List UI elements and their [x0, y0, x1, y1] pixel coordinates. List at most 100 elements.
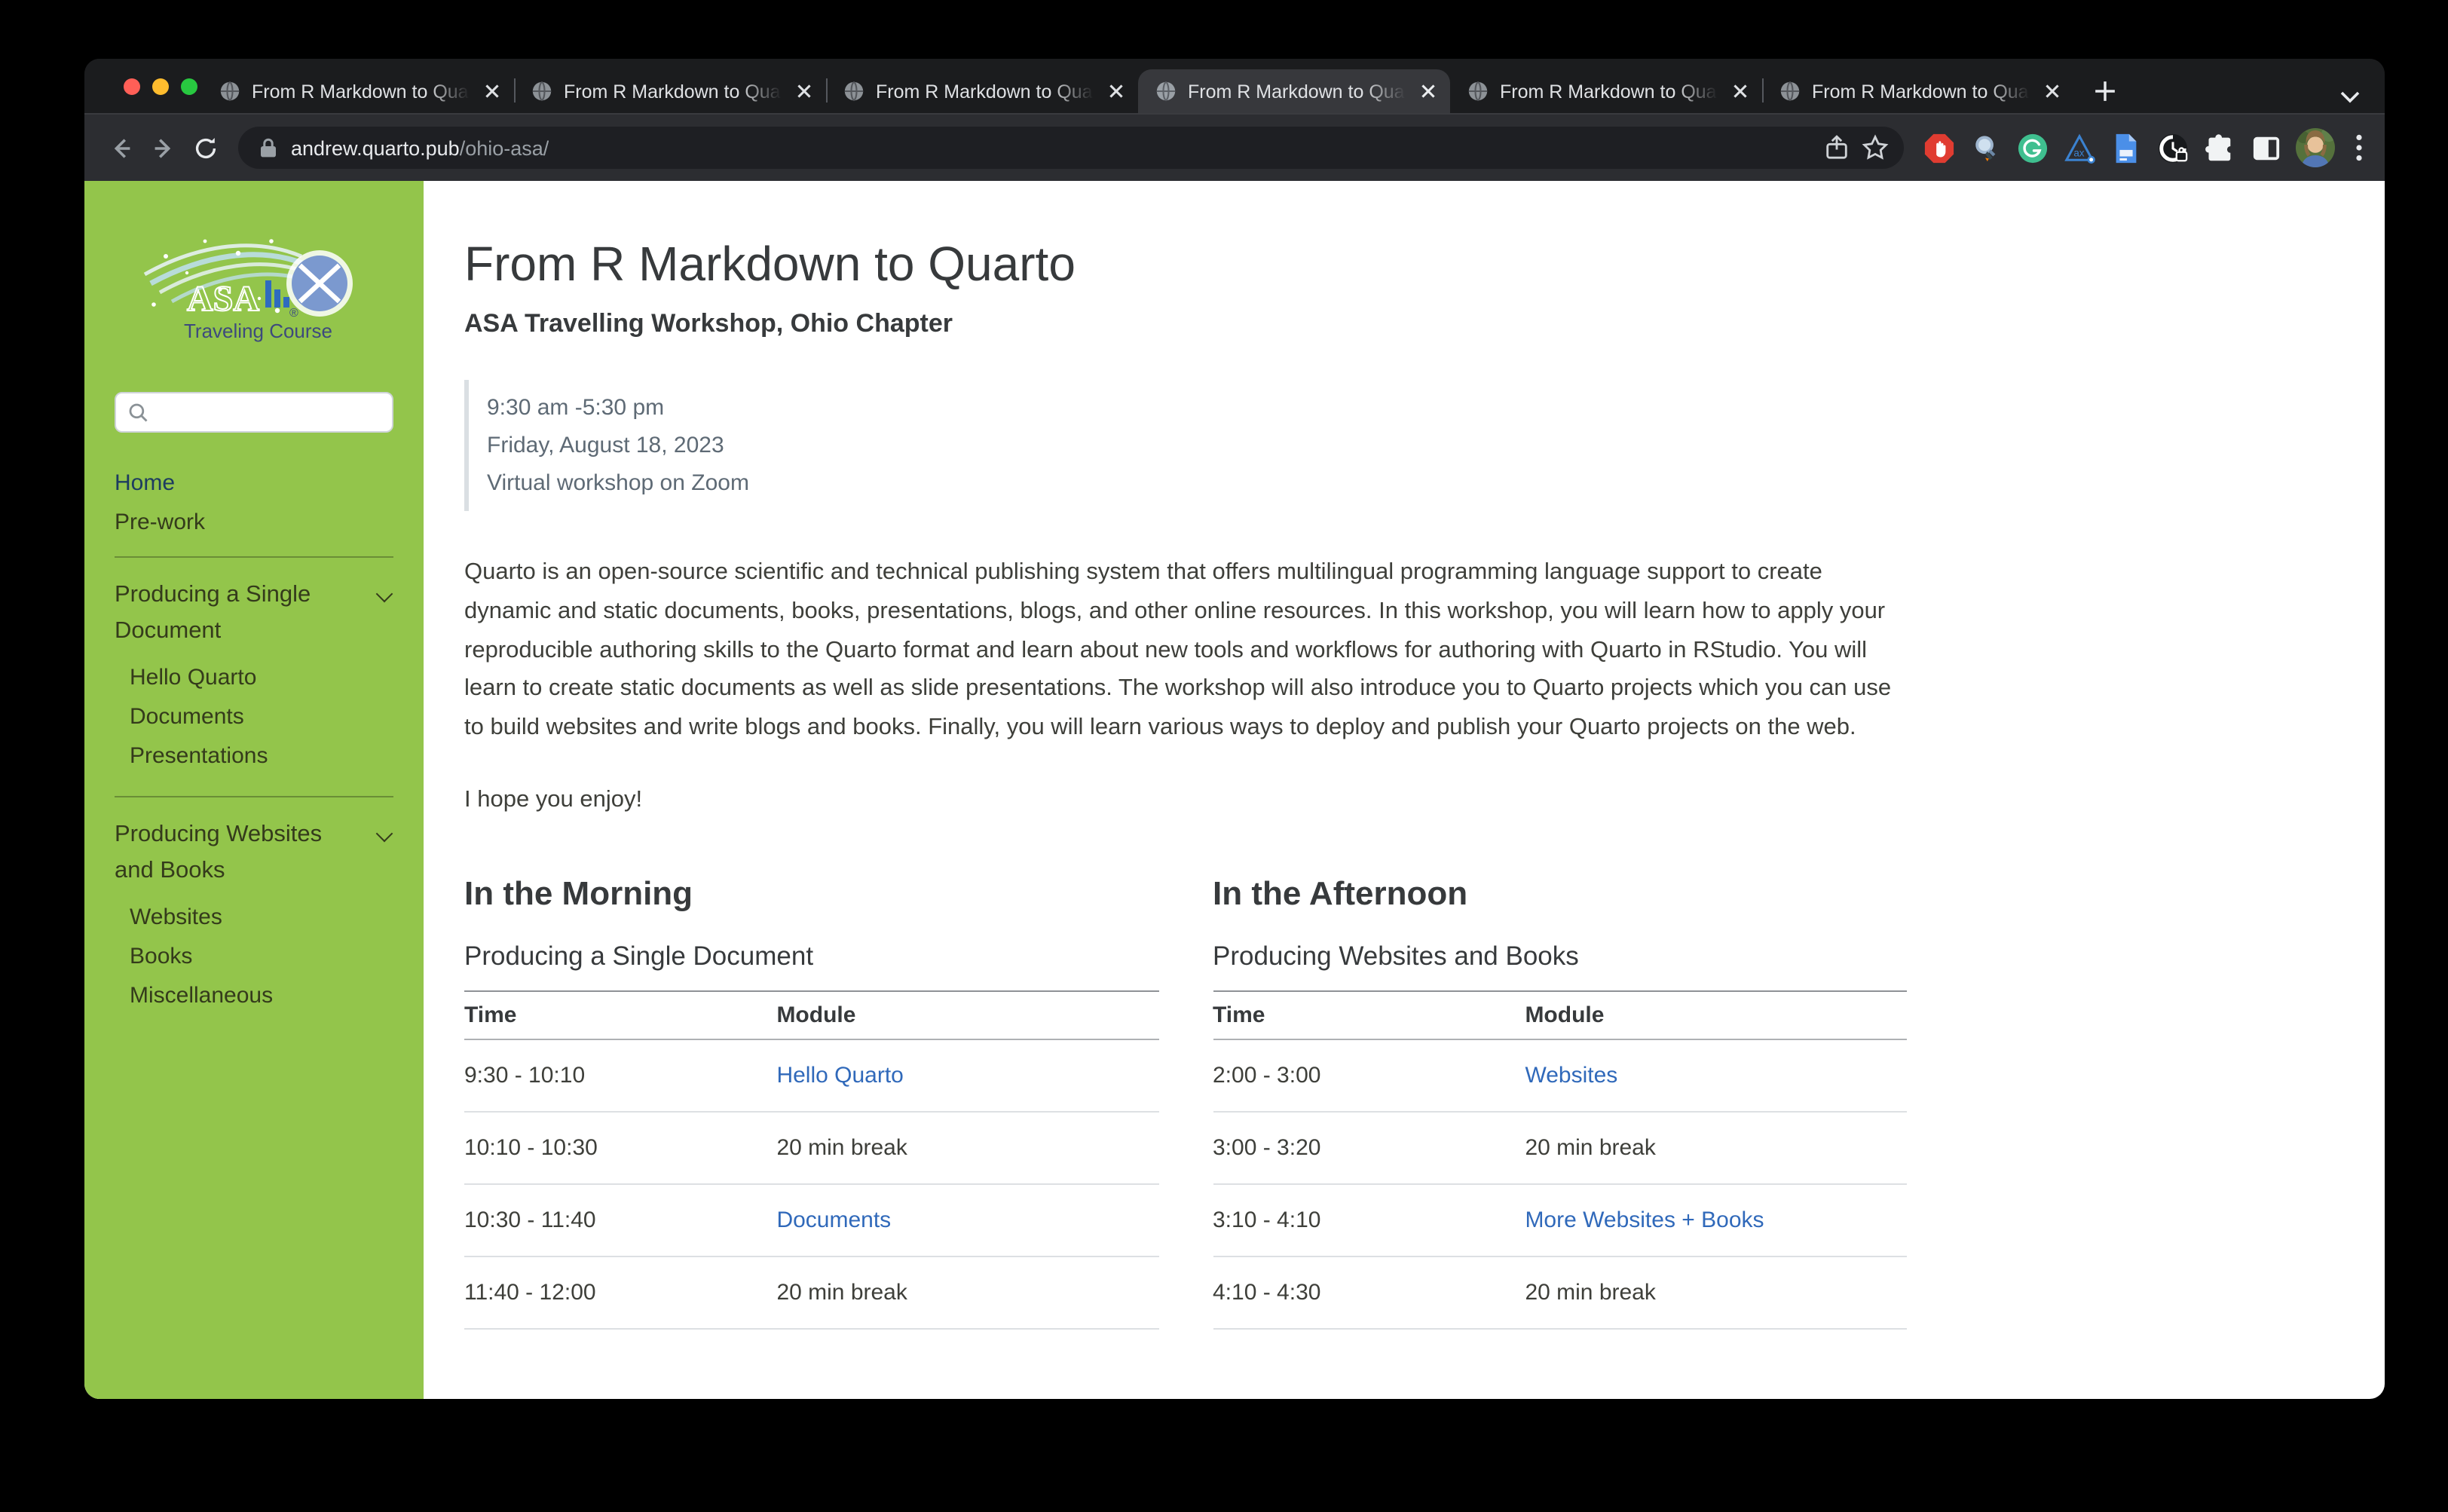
tab-title: From R Markdown to Quar — [252, 81, 476, 102]
tab-2[interactable]: From R Markdown to Quar — [514, 69, 826, 113]
tab-title: From R Markdown to Quar — [564, 81, 788, 102]
tab-title: From R Markdown to Quar — [1500, 81, 1724, 102]
browser-window: From R Markdown to Quar From R Markdown … — [84, 59, 2385, 1399]
table-row: 10:30 - 11:40 Documents — [464, 1184, 1158, 1256]
logo-registered-mark: ® — [289, 307, 298, 320]
morning-heading: In the Morning — [464, 873, 1158, 915]
tabs: From R Markdown to Quar From R Markdown … — [202, 59, 2125, 113]
sidebar-section-label: Producing Websites and Books — [115, 822, 322, 883]
grammarly-extension-icon[interactable] — [2015, 131, 2049, 164]
logo-caption: Traveling Course — [183, 320, 332, 342]
event-location: Virtual workshop on Zoom — [487, 464, 1907, 502]
chevron-down-icon[interactable] — [376, 586, 393, 603]
tab-close-icon[interactable] — [1418, 81, 1438, 101]
afternoon-column: In the Afternoon Producing Websites and … — [1213, 873, 1907, 1330]
sidebar-item-hello-quarto[interactable]: Hello Quarto — [130, 659, 393, 698]
event-time: 9:30 am -5:30 pm — [487, 389, 1907, 427]
time-cell: 11:40 - 12:00 — [464, 1256, 776, 1329]
svg-text:ax: ax — [2073, 147, 2083, 158]
chevron-down-icon[interactable] — [376, 825, 393, 843]
url-text[interactable]: andrew.quarto.pub/ohio-asa/ — [291, 136, 549, 159]
logo-asa-text: ASA — [186, 279, 259, 319]
sidebar-section-producing-single-document[interactable]: Producing a Single Document — [115, 574, 393, 653]
reload-button[interactable] — [184, 127, 226, 169]
morning-column: In the Morning Producing a Single Docume… — [464, 873, 1158, 1330]
time-cell: 10:30 - 11:40 — [464, 1184, 776, 1256]
mathjax-extension-icon[interactable]: ax — [2062, 131, 2095, 164]
main-content: From R Markdown to Quarto ASA Travelling… — [424, 181, 2385, 1399]
share-icon[interactable] — [1824, 134, 1850, 161]
column-header-time: Time — [464, 991, 776, 1039]
sidebar-item-documents[interactable]: Documents — [130, 698, 393, 737]
window-zoom-button[interactable] — [181, 78, 197, 95]
extension-row: ax — [1922, 128, 2370, 167]
tab-title: From R Markdown to Quar — [1188, 81, 1412, 102]
back-button[interactable] — [99, 127, 142, 169]
sidebar-section-producing-websites-books[interactable]: Producing Websites and Books — [115, 814, 393, 892]
time-cell: 2:00 - 3:00 — [1213, 1039, 1525, 1112]
docs-extension-icon[interactable] — [2109, 131, 2142, 164]
toolbar: andrew.quarto.pub/ohio-asa/ — [84, 113, 2385, 181]
adblock-extension-icon[interactable] — [1922, 131, 1955, 164]
sidebar: ASA ® Traveling Course Home Pre-work Pro… — [84, 181, 424, 1399]
new-tab-button[interactable] — [2083, 69, 2125, 112]
page-title: From R Markdown to Quarto — [464, 235, 1907, 292]
module-link[interactable]: More Websites + Books — [1525, 1184, 1907, 1256]
time-cell: 4:10 - 4:30 — [1213, 1256, 1525, 1329]
sidebar-item-presentations[interactable]: Presentations — [130, 737, 393, 776]
window-minimize-button[interactable] — [152, 78, 169, 95]
module-link[interactable]: Documents — [776, 1184, 1158, 1256]
module-link[interactable]: Hello Quarto — [776, 1039, 1158, 1112]
time-cell: 9:30 - 10:10 — [464, 1039, 776, 1112]
asa-traveling-course-logo: ASA ® Traveling Course — [132, 223, 376, 350]
table-row: 4:10 - 4:30 20 min break — [1213, 1256, 1907, 1329]
tab-close-icon[interactable] — [2043, 81, 2062, 101]
sidebar-divider — [115, 796, 393, 797]
search-rocket-extension-icon[interactable] — [1969, 131, 2002, 164]
table-row: 10:10 - 10:30 20 min break — [464, 1112, 1158, 1184]
sidebar-item-prework[interactable]: Pre-work — [115, 503, 393, 543]
globe-favicon — [531, 80, 553, 103]
tab-close-icon[interactable] — [1106, 81, 1126, 101]
tab-close-icon[interactable] — [1730, 81, 1750, 101]
module-cell: 20 min break — [776, 1256, 1158, 1329]
tab-1[interactable]: From R Markdown to Quar — [202, 69, 514, 113]
module-cell: 20 min break — [1525, 1112, 1907, 1184]
globe-favicon — [219, 80, 241, 103]
tab-strip: From R Markdown to Quar From R Markdown … — [84, 59, 2385, 113]
module-link[interactable]: Websites — [1525, 1039, 1907, 1112]
table-row: 11:40 - 12:00 20 min break — [464, 1256, 1158, 1329]
tab-3[interactable]: From R Markdown to Quar — [826, 69, 1138, 113]
extensions-puzzle-icon[interactable] — [2202, 131, 2235, 164]
tab-search-chevron-icon[interactable] — [2339, 90, 2361, 104]
profile-avatar[interactable] — [2296, 128, 2335, 167]
bookmark-star-icon[interactable] — [1862, 134, 1889, 161]
afternoon-schedule-table: Time Module 2:00 - 3:00 Websites — [1213, 990, 1907, 1330]
screen: From R Markdown to Quar From R Markdown … — [0, 0, 2448, 1512]
tab-4-active[interactable]: From R Markdown to Quar — [1138, 69, 1450, 113]
sidebar-item-home[interactable]: Home — [115, 464, 393, 503]
sidebar-nav: Home Pre-work Producing a Single Documen… — [115, 464, 393, 1016]
sidebar-item-miscellaneous[interactable]: Miscellaneous — [130, 977, 393, 1016]
url-domain: andrew.quarto.pub — [291, 136, 460, 159]
note-paragraph: I hope you enjoy! — [464, 781, 1907, 819]
sidebar-item-books[interactable]: Books — [130, 938, 393, 977]
column-header-module: Module — [776, 991, 1158, 1039]
afternoon-heading: In the Afternoon — [1213, 873, 1907, 915]
window-close-button[interactable] — [124, 78, 140, 95]
side-panel-icon[interactable] — [2249, 131, 2282, 164]
table-row: 3:00 - 3:20 20 min break — [1213, 1112, 1907, 1184]
url-bar[interactable]: andrew.quarto.pub/ohio-asa/ — [238, 127, 1904, 169]
tab-6[interactable]: From R Markdown to Quar — [1762, 69, 2074, 113]
browser-menu-kebab-icon[interactable] — [2349, 131, 2370, 164]
sidebar-item-websites[interactable]: Websites — [130, 898, 393, 938]
session-clock-extension-icon[interactable] — [2156, 131, 2189, 164]
event-date: Friday, August 18, 2023 — [487, 427, 1907, 464]
sidebar-divider — [115, 556, 393, 558]
sidebar-search-input[interactable] — [115, 392, 393, 433]
forward-button[interactable] — [142, 127, 184, 169]
intro-paragraph: Quarto is an open-source scientific and … — [464, 553, 1907, 748]
tab-close-icon[interactable] — [482, 81, 502, 101]
tab-close-icon[interactable] — [794, 81, 814, 101]
tab-5[interactable]: From R Markdown to Quar — [1450, 69, 1762, 113]
